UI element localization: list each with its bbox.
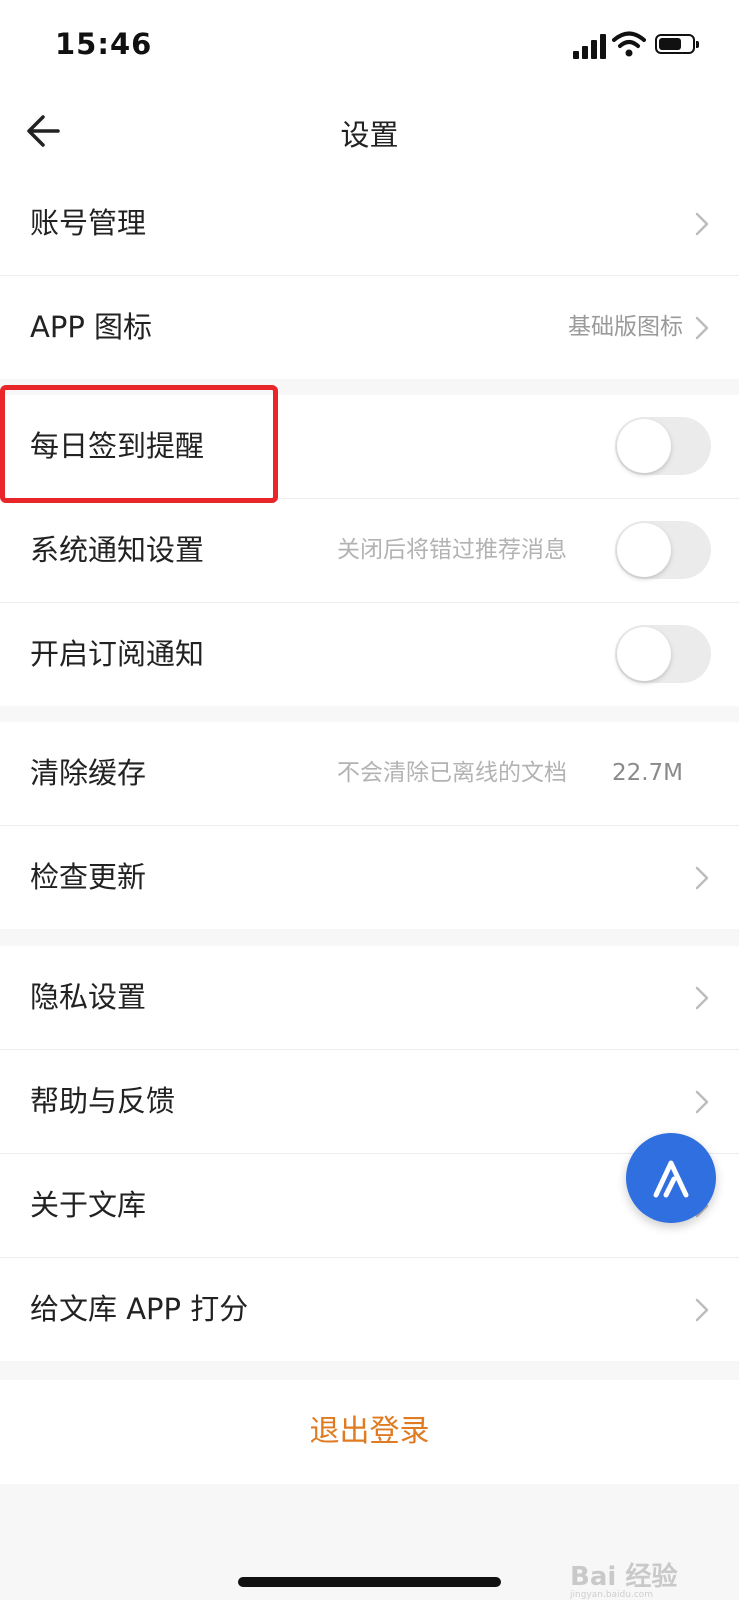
baidu-watermark: Bai 经验 — [570, 1562, 678, 1592]
chevron-right-icon — [695, 986, 709, 1010]
status-time: 15:46 — [55, 27, 153, 61]
row-app-icon[interactable]: APP 图标 基础版图标 — [0, 276, 739, 379]
wifi-icon — [612, 31, 646, 57]
row-help-feedback[interactable]: 帮助与反馈 — [0, 1050, 739, 1154]
row-label: 关于文库 — [30, 1188, 147, 1222]
row-rate-app[interactable]: 给文库 APP 打分 — [0, 1258, 739, 1361]
chevron-right-icon — [695, 866, 709, 890]
row-hint: 不会清除已离线的文档 — [337, 760, 567, 786]
row-system-notification: 系统通知设置 关闭后将错过推荐消息 — [0, 499, 739, 603]
row-label: 系统通知设置 — [30, 533, 205, 567]
chevron-right-icon — [695, 212, 709, 236]
row-label: 开启订阅通知 — [30, 637, 205, 671]
assistant-fab-button[interactable] — [626, 1133, 716, 1223]
row-label: 隐私设置 — [30, 980, 147, 1014]
cache-size: 22.7M — [611, 760, 683, 786]
row-label: APP 图标 — [30, 310, 153, 344]
status-bar: 15:46 — [0, 0, 739, 90]
row-label: 帮助与反馈 — [30, 1084, 176, 1118]
row-label: 账号管理 — [30, 206, 147, 240]
settings-group-storage: 清除缓存 不会清除已离线的文档 22.7M 检查更新 — [0, 722, 739, 929]
signal-icon — [573, 33, 607, 59]
chevron-right-icon — [695, 1090, 709, 1114]
row-label: 清除缓存 — [30, 756, 147, 790]
row-subscription-notification: 开启订阅通知 — [0, 603, 739, 706]
battery-icon — [655, 34, 699, 54]
row-check-update[interactable]: 检查更新 — [0, 826, 739, 929]
row-hint: 关闭后将错过推荐消息 — [337, 537, 567, 563]
chevron-right-icon — [695, 316, 709, 340]
row-clear-cache[interactable]: 清除缓存 不会清除已离线的文档 22.7M — [0, 722, 739, 826]
settings-group-about: 隐私设置 帮助与反馈 关于文库 给文库 APP 打分 — [0, 946, 739, 1361]
row-value: 基础版图标 — [568, 314, 683, 340]
row-label: 检查更新 — [30, 860, 147, 894]
page-title: 设置 — [340, 118, 399, 152]
navigation-bar: 设置 — [0, 90, 739, 173]
home-indicator — [238, 1577, 501, 1587]
logout-label: 退出登录 — [309, 1414, 430, 1449]
baidu-watermark-url: jingyan.baidu.com — [570, 1590, 654, 1600]
row-privacy-settings[interactable]: 隐私设置 — [0, 946, 739, 1050]
assistant-logo-icon — [653, 1160, 689, 1198]
highlight-box — [0, 385, 278, 503]
row-label: 给文库 APP 打分 — [30, 1292, 249, 1326]
system-notification-toggle[interactable] — [615, 521, 711, 579]
chevron-right-icon — [695, 1298, 709, 1322]
daily-checkin-toggle[interactable] — [615, 417, 711, 475]
subscription-notification-toggle[interactable] — [615, 625, 711, 683]
settings-group-account: 账号管理 APP 图标 基础版图标 — [0, 172, 739, 379]
row-account-management[interactable]: 账号管理 — [0, 172, 739, 276]
logout-button[interactable]: 退出登录 — [0, 1380, 739, 1484]
